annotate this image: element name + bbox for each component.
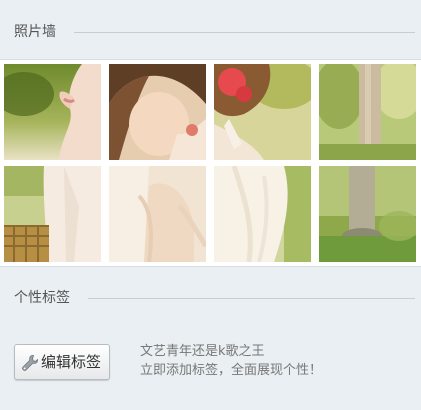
tags-divider: [88, 298, 415, 299]
photo-tile-4[interactable]: [319, 64, 416, 160]
edit-tags-button[interactable]: 编辑标签: [14, 344, 110, 380]
photo-tile-1[interactable]: [4, 64, 101, 160]
photo-tile-8[interactable]: [319, 166, 416, 262]
tags-hint-line2: 立即添加标签，全面展现个性！: [140, 363, 323, 378]
photo-wall-divider: [74, 32, 415, 33]
wrench-icon: [22, 355, 38, 371]
photo-wall: [0, 59, 421, 267]
edit-tags-label: 编辑标签: [41, 353, 102, 371]
photo-wall-title: 照片墙: [14, 24, 56, 40]
tags-title: 个性标签: [14, 290, 70, 306]
photo-tile-7[interactable]: [214, 166, 311, 262]
photo-tile-2[interactable]: [109, 64, 206, 160]
tags-hint-line1: 文艺青年还是k歌之王: [140, 344, 265, 359]
photo-tile-3[interactable]: [214, 64, 311, 160]
photo-tile-6[interactable]: [109, 166, 206, 262]
photo-wall-header: 照片墙: [0, 21, 421, 43]
photo-tile-5[interactable]: [4, 166, 101, 262]
photo-grid: [4, 64, 417, 262]
tags-header: 个性标签: [0, 287, 421, 309]
